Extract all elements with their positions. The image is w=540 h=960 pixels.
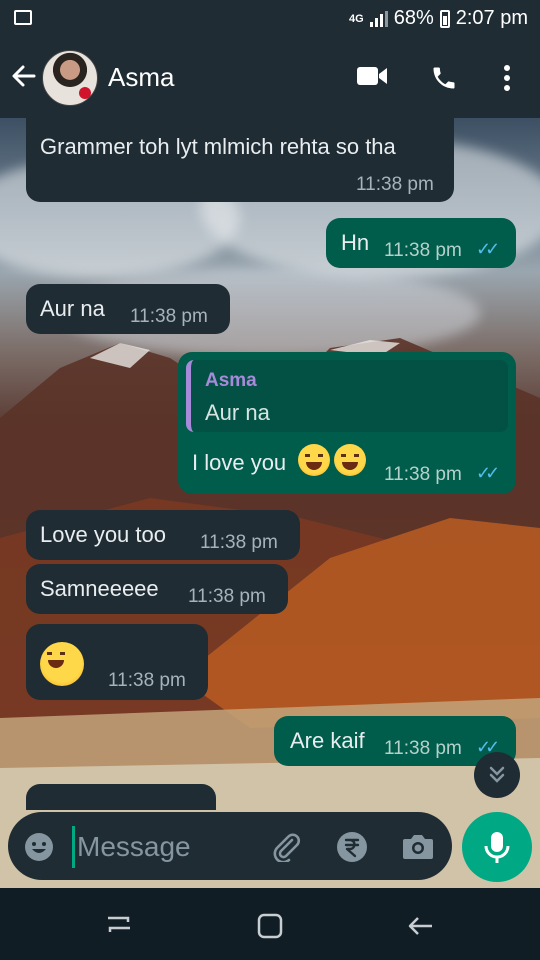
camera-icon[interactable] bbox=[402, 832, 434, 860]
heart-icon bbox=[79, 87, 91, 99]
battery-percent: 68% bbox=[393, 7, 434, 29]
message-text: Aur na bbox=[40, 296, 105, 321]
message-incoming[interactable]: Grammer toh lyt mlmich rehta so tha 11:3… bbox=[26, 112, 454, 202]
message-incoming[interactable]: 11:38 pm bbox=[26, 624, 208, 700]
message-time: 11:38 pm bbox=[130, 306, 208, 327]
message-time: 11:38 pm bbox=[384, 464, 462, 485]
quote-author: Asma bbox=[205, 370, 257, 391]
message-outgoing[interactable]: Hn 11:38 pm ✓✓ bbox=[326, 218, 516, 268]
message-time: 11:38 pm bbox=[188, 586, 266, 607]
message-incoming[interactable]: Aur na 11:38 pm bbox=[26, 284, 230, 334]
rofl-emoji-icon bbox=[334, 444, 366, 476]
message-text: Grammer toh lyt mlmich rehta so tha bbox=[40, 134, 396, 159]
read-ticks-icon: ✓✓ bbox=[476, 239, 500, 259]
battery-icon bbox=[439, 9, 450, 28]
back-nav-icon[interactable] bbox=[406, 914, 436, 938]
more-menu-icon[interactable] bbox=[498, 64, 516, 92]
message-time: 11:38 pm bbox=[200, 532, 278, 553]
message-input[interactable] bbox=[72, 826, 259, 868]
message-time: 11:38 pm bbox=[384, 738, 462, 759]
message-incoming[interactable]: Love you too 11:38 pm bbox=[26, 510, 300, 560]
rupee-icon[interactable] bbox=[336, 831, 368, 863]
avatar[interactable] bbox=[42, 50, 98, 106]
video-call-icon[interactable] bbox=[356, 64, 388, 88]
scroll-down-button[interactable] bbox=[474, 752, 520, 798]
rofl-emoji-icon bbox=[298, 444, 330, 476]
mic-icon bbox=[484, 832, 510, 863]
read-ticks-icon: ✓✓ bbox=[476, 463, 500, 483]
quoted-message[interactable]: Asma Aur na bbox=[186, 360, 508, 432]
scroll-down-icon bbox=[489, 766, 505, 783]
message-time: 11:38 pm bbox=[108, 670, 186, 691]
message-text: I love you bbox=[192, 450, 287, 475]
status-bar: 4G 68% 2:07 pm bbox=[0, 0, 540, 38]
message-outgoing-reply[interactable]: Asma Aur na I love you 11:38 pm ✓✓ bbox=[178, 352, 516, 494]
message-incoming-partial[interactable] bbox=[26, 784, 216, 810]
message-text: Hn bbox=[341, 230, 370, 255]
clock: 2:07 pm bbox=[455, 7, 528, 29]
recent-apps-icon[interactable] bbox=[104, 914, 134, 938]
message-composer bbox=[8, 812, 452, 880]
contact-name[interactable]: Asma bbox=[108, 62, 174, 93]
quote-text: Aur na bbox=[205, 400, 270, 425]
network-type: 4G bbox=[349, 12, 364, 25]
emoji-group bbox=[298, 444, 366, 476]
attach-icon[interactable] bbox=[270, 830, 302, 862]
laughing-tears-emoji-icon bbox=[40, 642, 84, 686]
signal-icon bbox=[369, 10, 388, 27]
voice-record-button[interactable] bbox=[462, 812, 532, 882]
system-nav-bar bbox=[0, 888, 540, 960]
message-time: 11:38 pm bbox=[384, 240, 462, 261]
gallery-notification-icon bbox=[14, 10, 32, 25]
message-text: Are kaif bbox=[290, 728, 365, 753]
message-text: Samneeeee bbox=[40, 576, 159, 601]
message-time: 11:38 pm bbox=[356, 174, 434, 195]
emoji-icon[interactable] bbox=[24, 832, 54, 862]
back-arrow-icon[interactable] bbox=[10, 62, 38, 90]
phone-icon[interactable] bbox=[430, 64, 458, 92]
message-text: Love you too bbox=[40, 522, 166, 547]
home-icon[interactable] bbox=[256, 912, 284, 940]
message-incoming[interactable]: Samneeeee 11:38 pm bbox=[26, 564, 288, 614]
chat-header: Asma bbox=[0, 38, 540, 118]
